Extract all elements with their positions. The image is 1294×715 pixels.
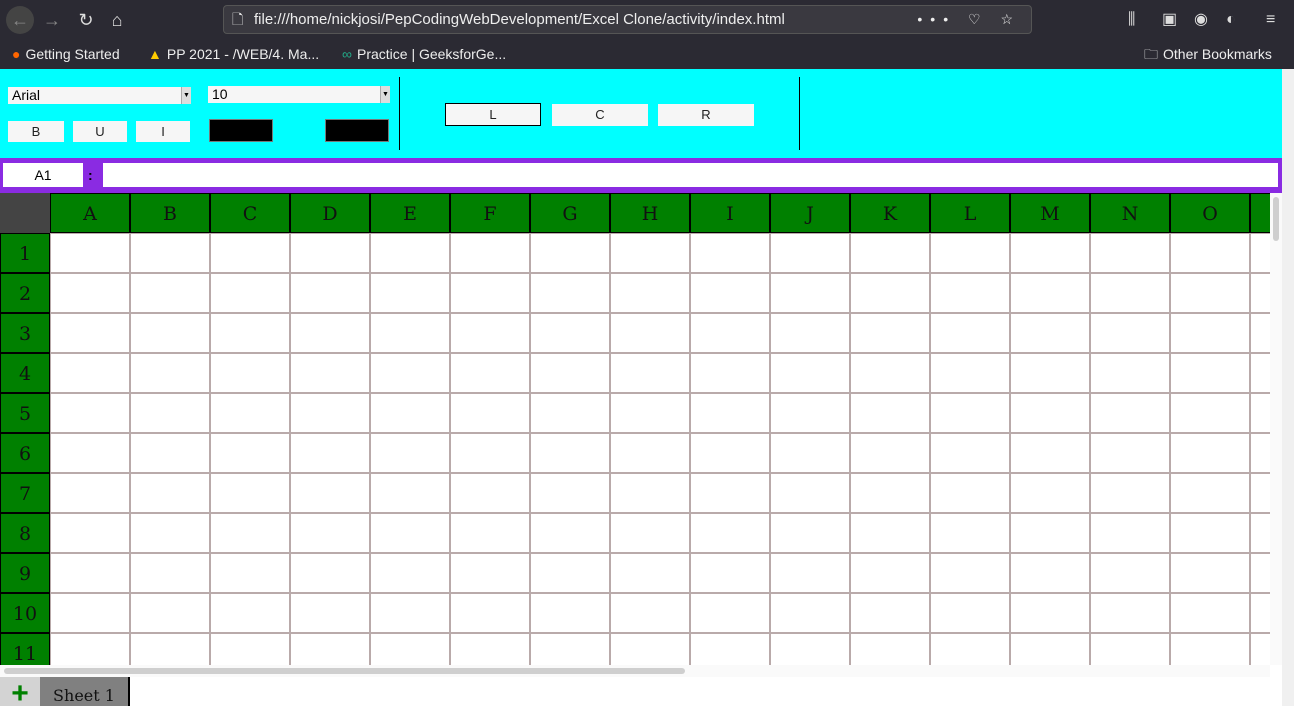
row-header[interactable]: 11 [0,633,50,665]
column-header[interactable]: C [210,193,290,233]
add-sheet-button[interactable]: + [0,677,40,710]
row-header[interactable]: 3 [0,313,50,353]
column-header[interactable]: F [450,193,530,233]
align-left-button[interactable]: L [445,103,541,126]
url-text: file:///home/nickjosi/PepCodingWebDevelo… [254,11,785,28]
home-icon[interactable]: ⌂ [103,6,131,34]
column-header[interactable]: G [530,193,610,233]
formula-bar: A1 : [0,158,1282,193]
sheet-tab[interactable]: Sheet 1 [40,677,130,706]
scroll-thumb[interactable] [1273,197,1279,241]
url-bar[interactable]: 🗋 file:///home/nickjosi/PepCodingWebDevel… [223,5,1032,34]
background-color-picker[interactable] [325,119,389,142]
column-header[interactable]: A [50,193,130,233]
account-icon[interactable]: ◉ [1194,6,1208,34]
column-header[interactable]: E [370,193,450,233]
cells-area[interactable] [50,233,1270,665]
page-scrollbar[interactable] [1282,69,1294,706]
column-header[interactable]: P [1250,193,1270,233]
formula-input[interactable] [103,163,1278,187]
column-header[interactable]: B [130,193,210,233]
vertical-scrollbar[interactable] [1270,193,1282,665]
page-icon: 🗋 [232,11,244,27]
row-header[interactable]: 8 [0,513,50,553]
column-header[interactable]: M [1010,193,1090,233]
cell-address-input[interactable]: A1 [3,163,83,187]
toolbar: Arial ▼ 10 ▼ B U I L C R [0,69,1282,158]
row-header[interactable]: 9 [0,553,50,593]
align-center-button[interactable]: C [552,104,648,126]
bold-button[interactable]: B [8,121,64,142]
column-header[interactable]: H [610,193,690,233]
browser-chrome: ← → ↻ ⌂ 🗋 file:///home/nickjosi/PepCoding… [0,0,1294,69]
row-header[interactable]: 6 [0,433,50,473]
library-icon[interactable]: ⫼ [1128,6,1135,34]
back-icon[interactable]: ← [6,6,34,34]
other-bookmarks[interactable]: 🗀 Other Bookmarks [1144,40,1272,68]
column-header[interactable]: J [770,193,850,233]
bookmarks-bar: ● Getting Started ▲ PP 2021 - /WEB/4. Ma..… [0,40,1294,68]
chevron-down-icon: ▼ [181,87,191,104]
font-size-select[interactable]: 10 ▼ [208,86,390,103]
align-right-button[interactable]: R [658,104,754,126]
column-header[interactable]: L [930,193,1010,233]
row-header[interactable]: 4 [0,353,50,393]
bookmark-practice[interactable]: ∞ Practice | GeeksforGe... [342,40,506,68]
reload-icon[interactable]: ↻ [72,6,100,34]
row-header[interactable]: 10 [0,593,50,633]
column-header[interactable]: D [290,193,370,233]
column-header[interactable]: K [850,193,930,233]
grid-corner [0,193,50,233]
divider [399,77,400,150]
spreadsheet-grid: ABCDEFGHIJKLMNOP 1234567891011 [0,193,1270,665]
sheet-bar: + Sheet 1 [0,677,1282,710]
row-header[interactable]: 2 [0,273,50,313]
divider [799,77,800,150]
text-color-picker[interactable] [209,119,273,142]
forward-icon[interactable]: → [38,6,66,34]
font-family-select[interactable]: Arial ▼ [8,87,191,104]
row-header[interactable]: 7 [0,473,50,513]
column-header[interactable]: N [1090,193,1170,233]
underline-button[interactable]: U [73,121,127,142]
column-header[interactable]: O [1170,193,1250,233]
separator: : [88,167,93,183]
horizontal-scrollbar[interactable] [0,665,1270,677]
page-actions-icon[interactable]: ••• ♡ ☆ [917,6,1021,33]
row-header[interactable]: 5 [0,393,50,433]
bookmark-pp2021[interactable]: ▲ PP 2021 - /WEB/4. Ma... [148,40,319,68]
chevron-down-icon: ▼ [380,86,390,103]
extension-icon[interactable]: ◐ [1226,6,1236,34]
row-header[interactable]: 1 [0,233,50,273]
sidebar-icon[interactable]: ▣ [1162,6,1177,34]
italic-button[interactable]: I [136,121,190,142]
menu-icon[interactable]: ≡ [1266,6,1275,34]
scroll-thumb[interactable] [4,668,685,674]
bookmark-getting-started[interactable]: ● Getting Started [12,40,120,68]
column-header[interactable]: I [690,193,770,233]
